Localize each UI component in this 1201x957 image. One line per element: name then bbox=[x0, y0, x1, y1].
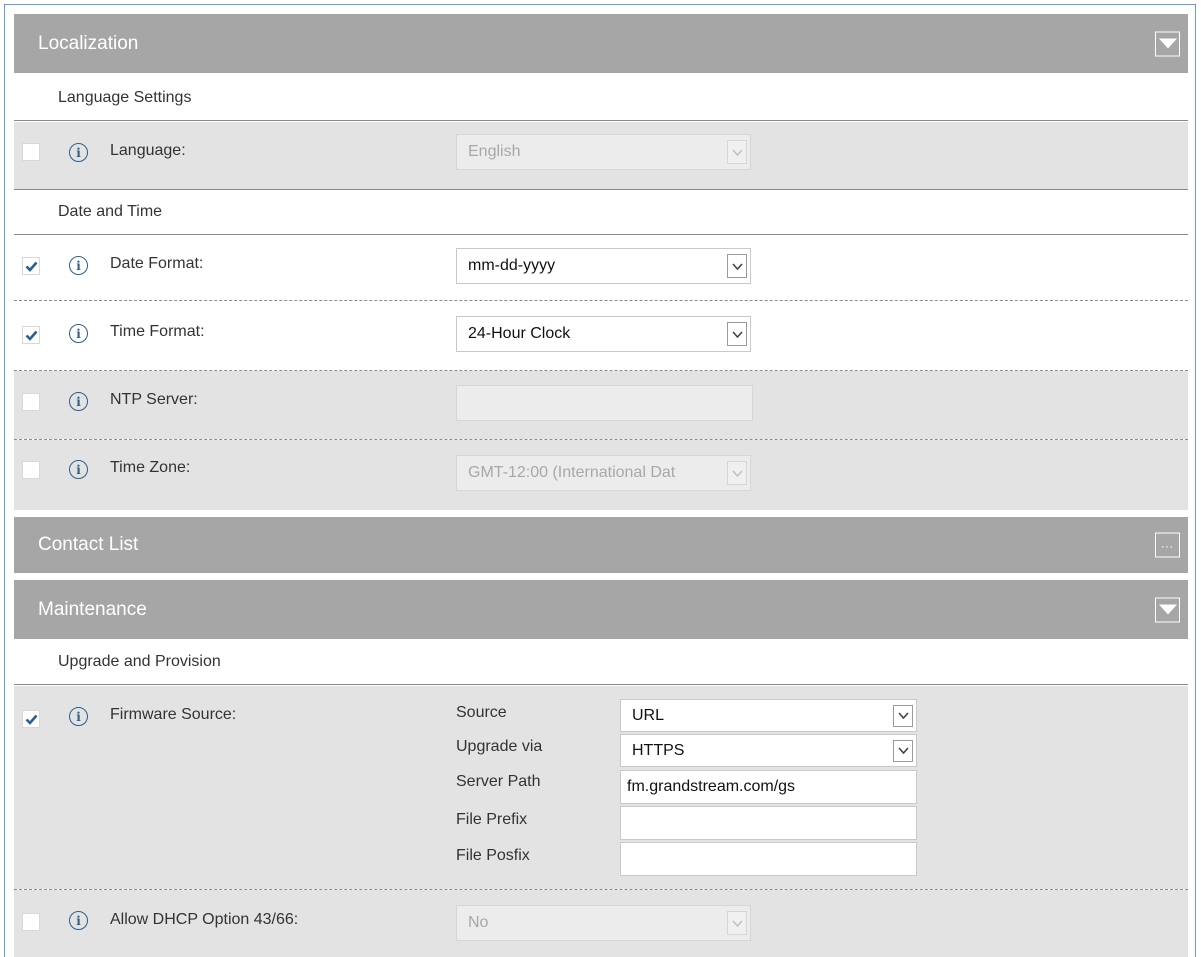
upgrade-via-label: Upgrade via bbox=[456, 738, 543, 755]
checkbox-firmware-source[interactable] bbox=[22, 710, 40, 728]
info-icon[interactable]: i bbox=[69, 143, 88, 162]
upgrade-via-select[interactable]: HTTPS bbox=[620, 734, 917, 767]
info-icon[interactable]: i bbox=[69, 256, 88, 275]
file-prefix-label: File Prefix bbox=[456, 811, 528, 828]
chevron-down-icon bbox=[1158, 604, 1177, 615]
section-header-maintenance[interactable]: Maintenance bbox=[14, 580, 1188, 639]
date-format-select[interactable]: mm-dd-yyyy bbox=[456, 248, 751, 284]
checkbox-language[interactable] bbox=[22, 143, 40, 161]
select-value: GMT-12:00 (International Dat bbox=[468, 464, 676, 481]
info-icon[interactable]: i bbox=[69, 392, 88, 411]
setting-label: Time Zone: bbox=[110, 459, 191, 476]
time-format-select[interactable]: 24-Hour Clock bbox=[456, 316, 751, 352]
file-posfix-input[interactable] bbox=[620, 842, 917, 876]
chevron-down-icon bbox=[893, 704, 913, 727]
section-title: Localization bbox=[38, 32, 139, 54]
info-icon[interactable]: i bbox=[69, 707, 88, 726]
checkmark-icon bbox=[25, 261, 37, 272]
server-path-input[interactable]: fm.grandstream.com/gs bbox=[620, 770, 917, 804]
source-select[interactable]: URL bbox=[620, 699, 917, 732]
setting-label: Allow DHCP Option 43/66: bbox=[110, 911, 299, 928]
chevron-down-icon bbox=[727, 254, 747, 278]
setting-label: Time Format: bbox=[110, 323, 205, 340]
section-header-localization[interactable]: Localization bbox=[14, 14, 1188, 73]
chevron-down-icon bbox=[727, 140, 747, 164]
checkmark-icon bbox=[25, 714, 37, 725]
setting-label: NTP Server: bbox=[110, 391, 198, 408]
language-select[interactable]: English bbox=[456, 134, 751, 170]
collapse-button[interactable] bbox=[1155, 31, 1180, 56]
subsection-heading-date-time: Date and Time bbox=[14, 190, 1188, 235]
chevron-down-icon bbox=[727, 322, 747, 346]
file-posfix-label: File Posfix bbox=[456, 847, 530, 864]
subsection-title: Upgrade and Provision bbox=[58, 653, 221, 670]
checkbox-date-format[interactable] bbox=[22, 257, 40, 275]
subsection-heading-language: Language Settings bbox=[14, 75, 1188, 121]
info-icon[interactable]: i bbox=[69, 460, 88, 479]
chevron-down-icon bbox=[727, 911, 747, 935]
info-icon[interactable]: i bbox=[69, 324, 88, 343]
server-path-label: Server Path bbox=[456, 773, 541, 790]
setting-label: Language: bbox=[110, 142, 186, 159]
dhcp-option-select[interactable]: No bbox=[456, 905, 751, 941]
section-title: Maintenance bbox=[38, 598, 147, 620]
select-value: 24-Hour Clock bbox=[468, 325, 571, 342]
section-header-contact-list[interactable]: Contact List ... bbox=[14, 517, 1188, 573]
subsection-title: Language Settings bbox=[58, 88, 192, 106]
time-zone-select[interactable]: GMT-12:00 (International Dat bbox=[456, 455, 751, 491]
ntp-server-input[interactable] bbox=[456, 385, 753, 421]
subsection-title: Date and Time bbox=[58, 203, 163, 220]
setting-label: Firmware Source: bbox=[110, 706, 237, 723]
checkmark-icon bbox=[25, 330, 37, 341]
select-value: English bbox=[468, 143, 521, 160]
checkbox-time-format[interactable] bbox=[22, 326, 40, 344]
chevron-down-icon bbox=[893, 739, 913, 762]
subsection-heading-upgrade: Upgrade and Provision bbox=[14, 640, 1188, 685]
setting-label: Date Format: bbox=[110, 255, 204, 272]
chevron-down-icon bbox=[727, 461, 747, 485]
collapse-button[interactable] bbox=[1155, 597, 1180, 622]
file-prefix-input[interactable] bbox=[620, 806, 917, 840]
select-value: mm-dd-yyyy bbox=[468, 257, 556, 274]
more-dots-icon: ... bbox=[1160, 536, 1174, 550]
checkbox-ntp-server[interactable] bbox=[22, 393, 40, 411]
checkbox-time-zone[interactable] bbox=[22, 461, 40, 479]
chevron-down-icon bbox=[1158, 38, 1177, 49]
section-title: Contact List bbox=[38, 534, 139, 555]
select-value: HTTPS bbox=[632, 741, 685, 759]
checkbox-dhcp-option[interactable] bbox=[22, 913, 40, 931]
select-value: No bbox=[468, 914, 489, 931]
select-value: URL bbox=[632, 706, 665, 724]
expand-button[interactable]: ... bbox=[1155, 532, 1180, 558]
info-icon[interactable]: i bbox=[69, 911, 88, 930]
source-label: Source bbox=[456, 704, 507, 721]
